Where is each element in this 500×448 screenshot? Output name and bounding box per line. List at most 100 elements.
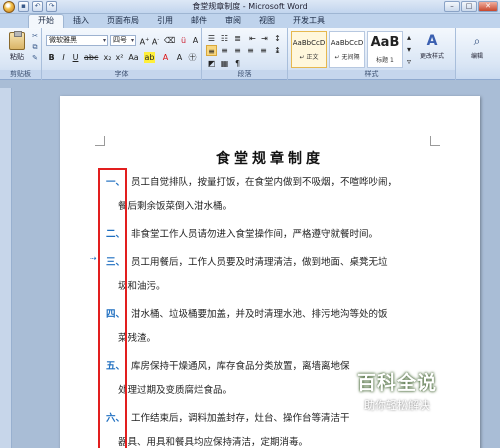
close-button[interactable]: ✕: [478, 1, 498, 12]
item-continuation: 器具、用具和餐具均应保持清洁，定期消毒。: [118, 437, 309, 448]
paste-button[interactable]: 粘贴: [6, 31, 28, 66]
tab-view[interactable]: 视图: [250, 14, 284, 28]
align-right-icon[interactable]: ≡: [232, 45, 243, 56]
style-heading-1[interactable]: AaB 标题 1: [367, 31, 403, 68]
window-title: 食堂规章制度 - Microsoft Word: [192, 2, 308, 11]
styles-group: AaBbCcD ↵ 正文 AaBbCcD ↵ 无间隔 AaB 标题 1 ▴ ▾ …: [288, 28, 456, 80]
paragraph-group-label: 段落: [202, 70, 287, 79]
styles-group-label: 样式: [288, 70, 455, 79]
binoculars-icon: ⌕: [473, 34, 481, 48]
tab-home[interactable]: 开始: [28, 14, 64, 28]
item-continuation: 处理过期及变质腐烂食品。: [118, 385, 233, 396]
sort-icon[interactable]: ↕: [272, 33, 283, 44]
style-no-spacing[interactable]: AaBbCcD ↵ 无间隔: [329, 31, 365, 68]
tab-insert[interactable]: 插入: [64, 14, 98, 28]
multilevel-list-icon[interactable]: ≣: [232, 33, 243, 44]
tab-page-layout[interactable]: 页面布局: [98, 14, 148, 28]
char-border-icon[interactable]: A: [190, 35, 201, 46]
clipboard-icon: [9, 31, 25, 50]
phonetic-guide-icon[interactable]: ü: [178, 35, 189, 46]
line-spacing-icon[interactable]: ↨: [272, 45, 283, 56]
font-name-value: 微软雅黑: [49, 36, 77, 44]
paste-label: 粘贴: [10, 53, 24, 61]
tab-review[interactable]: 审阅: [216, 14, 250, 28]
show-marks-icon[interactable]: ¶: [232, 58, 243, 69]
item-text: 工作结束后，调料加盖封存，灶台、操作台等清洁干: [131, 413, 350, 424]
ribbon: 粘贴 ✂ ⧉ ✎ 剪贴板 微软雅黑 ▾ 四号 ▾ A+ A- ⌫ ü A B I…: [0, 28, 500, 80]
tab-developer[interactable]: 开发工具: [284, 14, 334, 28]
item-text: 非食堂工作人员请勿进入食堂操作间，严格遵守就餐时间。: [131, 229, 379, 240]
list-item: 三、 员工用餐后，工作人员要及时清理清洁，做到地面、桌凳无垃: [106, 256, 446, 269]
cut-icon[interactable]: ✂: [30, 32, 40, 40]
editing-button[interactable]: ⌕ 编辑: [463, 33, 491, 60]
char-shading-icon[interactable]: A: [174, 52, 185, 63]
align-center-icon[interactable]: ≡: [219, 45, 230, 56]
highlight-box: [98, 168, 127, 448]
superscript-icon[interactable]: x²: [114, 52, 125, 63]
bullets-icon[interactable]: ☰: [206, 33, 217, 44]
grow-font-icon[interactable]: A+: [139, 35, 150, 47]
clipboard-group: 粘贴 ✂ ⧉ ✎ 剪贴板: [0, 28, 42, 80]
borders-icon[interactable]: ▦: [219, 58, 230, 69]
chevron-down-icon: ▾: [102, 37, 106, 44]
decrease-indent-icon[interactable]: ⇤: [247, 33, 258, 44]
item-text: 员工自觉排队，按量打饭，在食堂内做到不吸烟，不喧哗吵闹，: [131, 177, 398, 188]
bold-icon[interactable]: B: [46, 52, 57, 63]
clipboard-group-label: 剪贴板: [0, 70, 41, 79]
document-title: 食堂规章制度: [216, 151, 324, 167]
style-normal[interactable]: AaBbCcD ↵ 正文: [291, 31, 327, 68]
editing-label: 编辑: [470, 53, 483, 60]
justify-icon[interactable]: ≡: [245, 45, 256, 56]
align-left-icon[interactable]: ≡: [206, 45, 217, 56]
change-styles-icon: A: [426, 33, 438, 49]
crop-mark: [95, 136, 105, 146]
maximize-button[interactable]: □: [461, 1, 477, 12]
underline-icon[interactable]: U: [70, 52, 81, 63]
shrink-font-icon[interactable]: A-: [150, 35, 161, 47]
tab-mailings[interactable]: 邮件: [182, 14, 216, 28]
font-group: 微软雅黑 ▾ 四号 ▾ A+ A- ⌫ ü A B I U abc x₂ x² …: [42, 28, 202, 80]
font-color-icon[interactable]: A: [160, 52, 171, 63]
tab-references[interactable]: 引用: [148, 14, 182, 28]
enclose-char-icon[interactable]: ㊉: [187, 52, 198, 63]
shading-icon[interactable]: ◩: [206, 58, 217, 69]
window-controls: – □ ✕: [444, 1, 498, 12]
distributed-icon[interactable]: ≡: [258, 45, 269, 56]
font-size-select[interactable]: 四号 ▾: [110, 35, 136, 46]
item-text: 员工用餐后，工作人员要及时清理清洁，做到地面、桌凳无垃: [131, 257, 388, 268]
item-text: 库房保持干燥通风，库存食品分类放置，离墙离地保: [131, 361, 350, 372]
style-sample: AaBbCcD: [330, 39, 364, 47]
styles-more-icon[interactable]: ▿: [405, 56, 413, 67]
change-case-icon[interactable]: Aa: [128, 52, 139, 63]
vertical-ruler: [0, 88, 12, 448]
change-styles-label: 更改样式: [419, 53, 444, 60]
item-continuation: 餐后剩余饭菜倒入泔水桶。: [118, 201, 233, 212]
item-text: 泔水桶、垃圾桶要加盖，并及时清理水池、排污地沟等处的饭: [131, 309, 388, 320]
paragraph-group: ☰ ☷ ≣ ⇤ ⇥ ↕ ≡ ≡ ≡ ≡ ≡ ↨ ◩ ▦ ¶ 段落: [202, 28, 288, 80]
style-name: 标题 1: [376, 57, 394, 64]
minimize-button[interactable]: –: [444, 1, 460, 12]
crop-mark: [430, 136, 440, 146]
subscript-icon[interactable]: x₂: [102, 52, 113, 63]
increase-indent-icon[interactable]: ⇥: [259, 33, 270, 44]
strikethrough-icon[interactable]: abc: [84, 52, 98, 63]
styles-scroll-down-icon[interactable]: ▾: [405, 44, 413, 55]
title-bar: ▪ ↶ ↷ 食堂规章制度 - Microsoft Word – □ ✕: [0, 0, 500, 14]
copy-icon[interactable]: ⧉: [30, 43, 40, 51]
clear-format-icon[interactable]: ⌫: [164, 35, 175, 46]
watermark-main: 百科全说: [356, 372, 437, 394]
ribbon-tabs: 开始 插入 页面布局 引用 邮件 审阅 视图 开发工具: [0, 14, 500, 28]
watermark-sub: 助你轻松解决: [364, 399, 430, 412]
list-item: 四、 泔水桶、垃圾桶要加盖，并及时清理水池、排污地沟等处的饭: [106, 308, 446, 321]
style-sample: AaBbCcD: [292, 39, 326, 47]
styles-scroll-up-icon[interactable]: ▴: [405, 32, 413, 43]
numbering-icon[interactable]: ☷: [219, 33, 230, 44]
italic-icon[interactable]: I: [58, 52, 69, 63]
list-item: 一、 员工自觉排队，按量打饭，在食堂内做到不吸烟，不喧哗吵闹，: [106, 176, 446, 189]
font-name-select[interactable]: 微软雅黑 ▾: [46, 35, 108, 46]
watermark-logo: 百科全说 助你轻松解决: [332, 368, 462, 426]
change-styles-button[interactable]: A 更改样式: [418, 33, 446, 60]
format-painter-icon[interactable]: ✎: [30, 54, 40, 62]
chevron-down-icon: ▾: [130, 37, 134, 44]
highlight-icon[interactable]: ab: [144, 52, 155, 63]
